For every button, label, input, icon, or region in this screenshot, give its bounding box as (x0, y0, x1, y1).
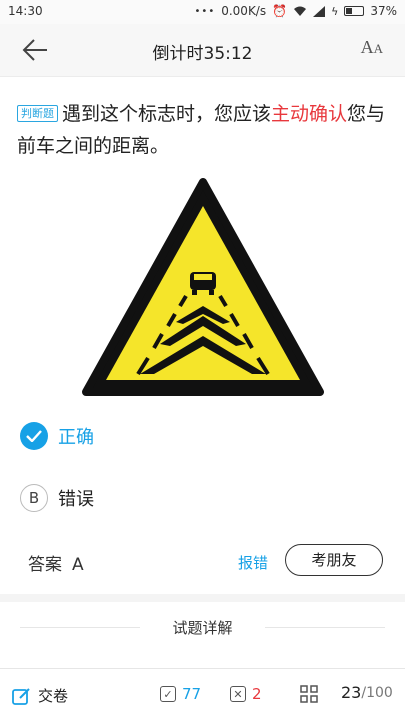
report-error-link[interactable]: 报错 (238, 552, 268, 573)
answer-value: A (72, 555, 84, 575)
question-progress: 23/100 (341, 683, 393, 702)
answer-label: 答案 (28, 555, 62, 575)
status-bar: 14:30 ••• 0.00K/s ⏰ ϟ 37% (0, 0, 405, 24)
grid-icon (300, 685, 318, 703)
charging-icon: ϟ (331, 4, 339, 18)
submit-label: 交卷 (38, 687, 69, 705)
battery-level: 37% (370, 4, 397, 18)
app-header: 倒计时35:12 AA (0, 24, 405, 77)
wrong-x-icon: ✕ (230, 686, 246, 702)
divider-line-right (265, 627, 385, 628)
option-a-label: 正确 (58, 427, 94, 448)
battery-icon (344, 6, 365, 16)
question-grid-button[interactable] (300, 685, 318, 703)
question-type-tag: 判断题 (17, 105, 58, 122)
question-text-before: 遇到这个标志时，您应该 (62, 103, 272, 125)
alarm-icon: ⏰ (272, 4, 288, 18)
edit-icon (12, 687, 30, 705)
option-a[interactable]: 正确 (20, 420, 94, 452)
notification-dots-icon: ••• (194, 5, 216, 17)
option-b-label: 错误 (58, 489, 94, 510)
bottom-bar: 交卷 ✓ 77 ✕ 2 23/100 (0, 668, 405, 720)
signal-icon (313, 5, 326, 17)
traffic-sign-image (82, 178, 324, 396)
font-size-icon[interactable]: AA (361, 37, 383, 58)
current-question: 23 (341, 683, 362, 702)
status-time: 14:30 (8, 4, 43, 18)
wrong-count-value: 2 (252, 685, 262, 703)
question-highlight: 主动确认 (271, 103, 348, 125)
question-text: 判断题 遇到这个标志时，您应该主动确认您与前车之间的距离。 (17, 98, 387, 162)
option-b-letter: B (20, 484, 48, 512)
answer-row: 答案 A (28, 550, 84, 575)
check-icon (20, 422, 48, 450)
option-b[interactable]: B 错误 (20, 482, 94, 514)
wrong-count[interactable]: ✕ 2 (230, 685, 262, 703)
network-speed: 0.00K/s (221, 4, 267, 18)
correct-count-value: 77 (182, 685, 202, 703)
total-questions: /100 (361, 684, 393, 701)
ask-friend-button[interactable]: 考朋友 (285, 544, 383, 576)
wifi-icon (294, 6, 307, 16)
section-divider (0, 594, 405, 602)
submit-button[interactable]: 交卷 (12, 685, 68, 706)
correct-count[interactable]: ✓ 77 (160, 685, 201, 703)
correct-check-icon: ✓ (160, 686, 176, 702)
countdown-title: 倒计时35:12 (152, 44, 253, 64)
